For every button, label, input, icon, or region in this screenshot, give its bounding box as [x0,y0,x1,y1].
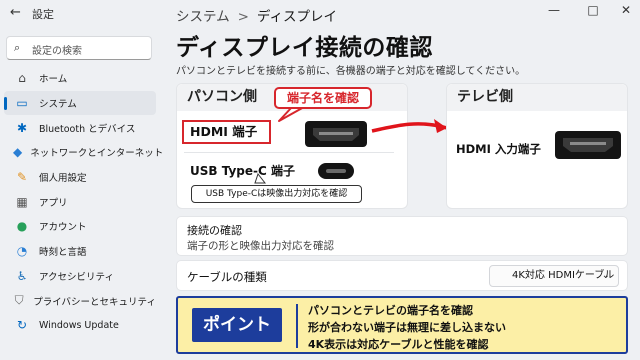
pc-usbc-label: USB Type-C 端子 [190,164,295,178]
callout-pointer [278,106,305,122]
chevron-down-icon: ⌄ [601,270,610,281]
cable-type-selected: 4K対応 HDMIケーブル [512,270,615,281]
point-separator [296,304,298,348]
usb-c-port-icon [318,163,354,179]
point-badge: ポイント [192,308,282,342]
hdmi-port-icon [305,121,367,147]
tv-hdmi-port-icon [555,131,621,159]
cable-type-row: ケーブルの種類 4K対応 HDMIケーブル ⌄ [176,260,628,291]
cable-type-dropdown[interactable]: 4K対応 HDMIケーブル ⌄ [489,265,619,287]
pc-hdmi-label: HDMI 端子 [182,120,271,144]
connection-title: 接続の確認 [187,224,242,237]
usbc-note: USB Type-Cは映像出力対応を確認 [191,185,362,203]
point-line-3: 4K表示は対応ケーブルと性能を確認 [308,338,489,351]
pc-card-divider [184,152,394,153]
connection-description: 端子の形と映像出力対応を確認 [187,240,334,252]
tv-hdmi-label: HDMI 入力端子 [456,142,541,156]
point-line-1: パソコンとテレビの端子名を確認 [308,304,473,317]
tv-card-title: テレビ側 [447,84,627,111]
cable-type-label: ケーブルの種類 [187,270,267,284]
callout-check-port-name: 端子名を確認 [274,87,372,109]
point-box: ポイント パソコンとテレビの端子名を確認 形が合わない端子は無理に差し込まない … [176,296,628,354]
connection-check-row: 接続の確認 端子の形と映像出力対応を確認 [176,216,628,256]
point-line-2: 形が合わない端子は無理に差し込まない [308,321,506,334]
